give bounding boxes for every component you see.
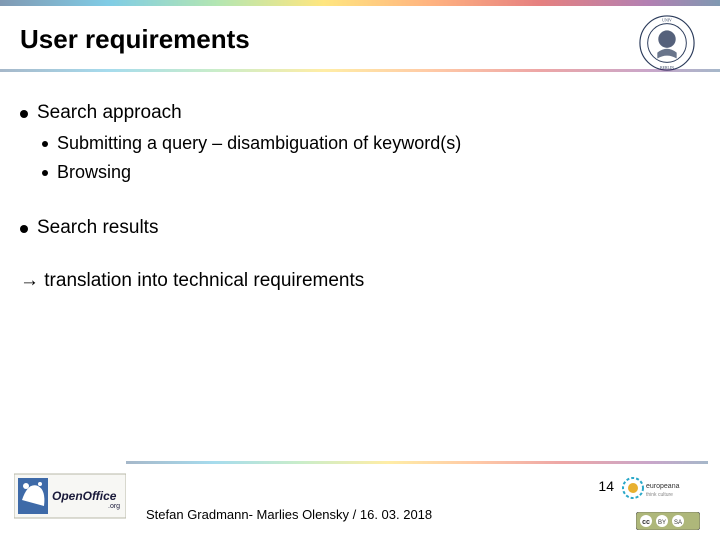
europeana-logo-icon: europeana think culture [622, 476, 696, 500]
slide-content: Search approach Submitting a query – dis… [0, 72, 720, 294]
openoffice-logo-icon: OpenOffice .org [14, 472, 126, 520]
university-seal-icon: UNIV BERLIN [638, 14, 696, 72]
svg-text:OpenOffice: OpenOffice [52, 489, 117, 503]
svg-text:SA: SA [674, 520, 682, 526]
top-rainbow-rule [0, 0, 720, 6]
bullet-icon [42, 170, 48, 176]
footer: OpenOffice .org Stefan Gradmann- Marlies… [0, 464, 720, 540]
svg-text:UNIV: UNIV [662, 19, 672, 23]
svg-text:cc: cc [642, 519, 650, 526]
bullet-text: Browsing [57, 160, 131, 185]
svg-text:think culture: think culture [646, 492, 673, 498]
slide-title: User requirements [20, 24, 700, 55]
bullet-text: Search results [37, 215, 158, 242]
bullet-icon [42, 141, 48, 147]
bullet-icon [20, 110, 28, 118]
bullet-browsing: Browsing [42, 160, 700, 185]
bullet-text: Search approach [37, 100, 182, 127]
svg-text:europeana: europeana [646, 483, 680, 490]
bullet-text: Submitting a query – disambiguation of k… [57, 131, 461, 156]
bullet-icon [20, 225, 28, 233]
svg-text:.org: .org [108, 503, 120, 510]
arrow-translation: → translation into technical requirement… [20, 268, 700, 295]
bullet-search-results: Search results [20, 215, 700, 242]
footer-credit: Stefan Gradmann- Marlies Olensky / 16. 0… [146, 507, 432, 522]
title-underline [0, 69, 720, 72]
svg-text:BY: BY [658, 520, 666, 526]
slide-number: 14 [598, 478, 614, 494]
cc-badge-icon: cc BY SA [636, 512, 700, 530]
bullet-submitting-query: Submitting a query – disambiguation of k… [42, 131, 700, 156]
bullet-search-approach: Search approach [20, 100, 700, 127]
